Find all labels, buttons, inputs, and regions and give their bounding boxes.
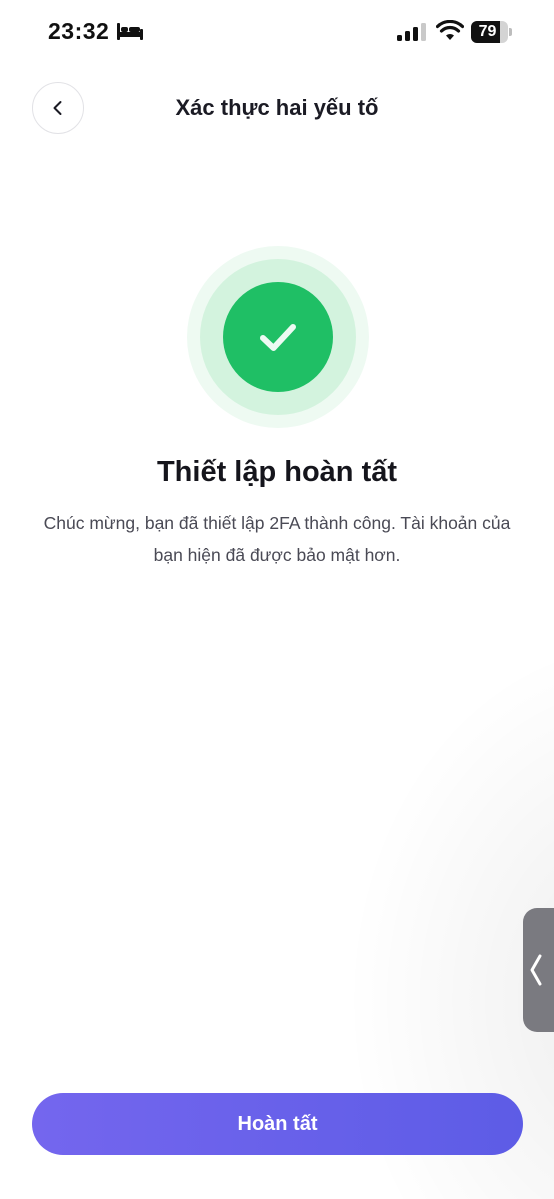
battery-body: 79	[471, 21, 508, 43]
page-title: Xác thực hai yếu tố	[175, 95, 379, 120]
success-title: Thiết lập hoàn tất	[156, 456, 398, 488]
done-button[interactable]: Hoàn tất	[32, 1093, 523, 1155]
wifi-icon	[436, 20, 464, 40]
success-check-circle	[223, 282, 333, 392]
background-shade	[0, 0, 554, 1199]
bed-icon	[117, 23, 143, 40]
checkmark-icon	[260, 324, 296, 351]
side-panel-handle[interactable]	[523, 908, 554, 1032]
status-time: 23:32	[48, 18, 110, 44]
battery-level: 79	[478, 23, 497, 40]
battery-icon: 79	[471, 21, 515, 43]
cellular-signal-icon	[397, 23, 426, 41]
chevron-left-icon	[530, 954, 542, 986]
status-bar: 23:32 79	[0, 0, 554, 64]
success-message: Chúc mừng, bạn đã thiết lập 2FA thành cô…	[43, 513, 511, 565]
battery-cap	[509, 28, 512, 36]
success-illustration	[187, 246, 369, 428]
